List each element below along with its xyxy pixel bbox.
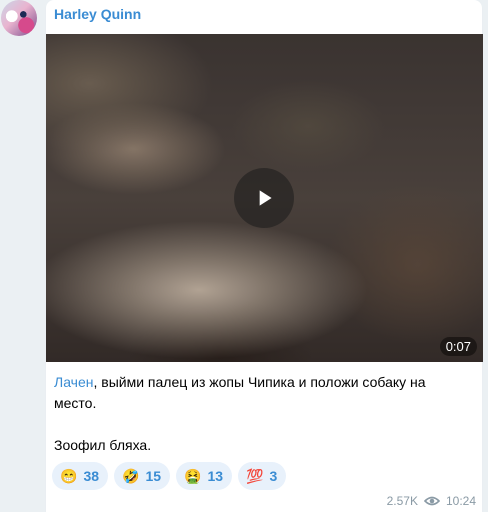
- reaction-count: 13: [207, 468, 224, 484]
- sender-avatar[interactable]: [1, 0, 37, 36]
- vomit-emoji-icon: 🤮: [184, 468, 202, 484]
- play-icon: [259, 190, 272, 206]
- reactions-bar: 😁 38 🤣 15 🤮 13 💯 3: [52, 462, 287, 490]
- message-text-line1: , выйми палец из жопы Чипика и положи со…: [54, 374, 426, 411]
- message-meta: 2.57K 10:24: [387, 494, 476, 508]
- reaction-count: 15: [145, 468, 162, 484]
- grin-emoji-icon: 😁: [60, 468, 78, 484]
- message-text-line2: Зоофил бляха.: [54, 437, 152, 453]
- reaction-count: 3: [269, 468, 278, 484]
- message-time: 10:24: [445, 494, 476, 508]
- view-count: 2.57K: [386, 494, 418, 508]
- video-duration: 0:07: [439, 337, 477, 356]
- rofl-emoji-icon: 🤣: [122, 468, 140, 484]
- hundred-emoji-icon: 💯: [246, 468, 264, 484]
- reaction-vomit[interactable]: 🤮 13: [176, 462, 233, 490]
- play-button[interactable]: [234, 168, 294, 228]
- message-text: Лачен, выйми палец из жопы Чипика и поло…: [54, 372, 464, 456]
- reaction-count: 38: [83, 468, 100, 484]
- video-preview[interactable]: 0:07: [46, 34, 483, 362]
- reaction-hundred[interactable]: 💯 3: [238, 462, 287, 490]
- mention-link[interactable]: Лачен: [54, 374, 93, 390]
- sender-name[interactable]: Harley Quinn: [54, 6, 141, 22]
- eye-icon: [423, 496, 440, 506]
- reaction-rofl[interactable]: 🤣 15: [114, 462, 171, 490]
- reaction-grin[interactable]: 😁 38: [52, 462, 109, 490]
